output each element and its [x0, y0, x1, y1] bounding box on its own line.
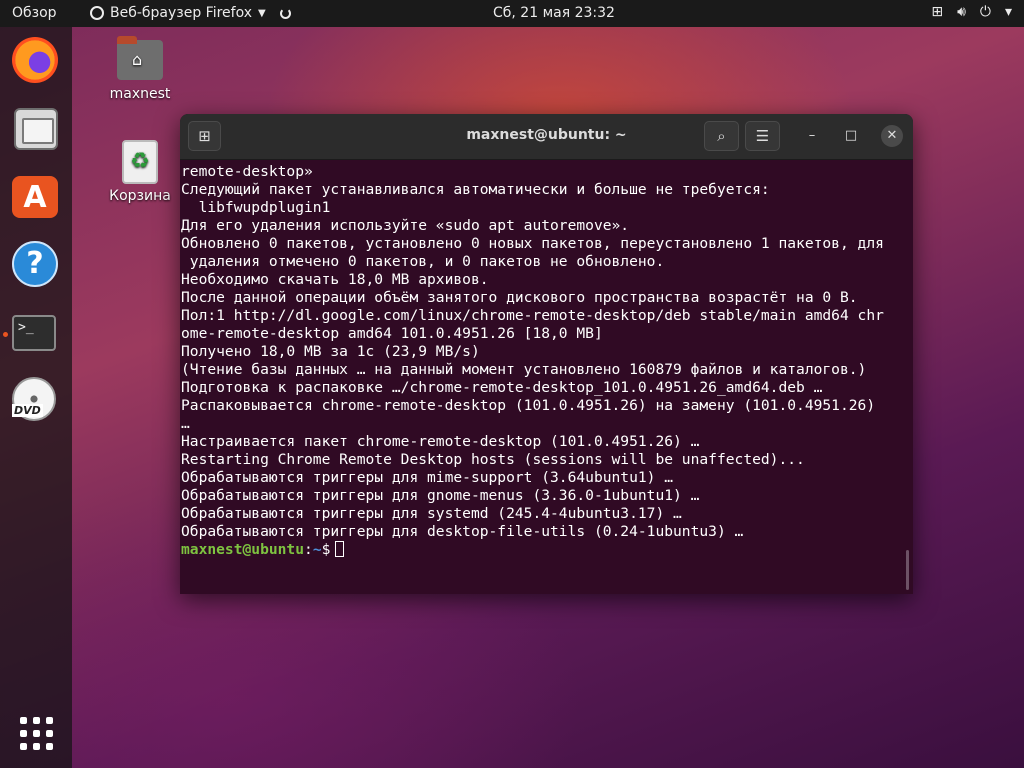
terminal-line: Распаковывается chrome-remote-desktop (1…	[181, 397, 876, 414]
home-folder-icon: ⌂	[117, 36, 163, 80]
terminal-line: remote-desktop»	[181, 163, 313, 180]
terminal-line: libfwupdplugin1	[181, 199, 331, 216]
firefox-icon	[12, 37, 58, 83]
activities-button[interactable]: Обзор	[12, 5, 57, 21]
dock-dvd[interactable]: DVD	[12, 377, 60, 425]
terminal-line: Получено 18,0 MB за 1с (23,9 MB/s)	[181, 343, 480, 360]
terminal-icon: >_	[12, 315, 56, 351]
terminal-line: удаления отмечено 0 пакетов, и 0 пакетов…	[181, 253, 665, 270]
help-icon: ?	[12, 241, 58, 287]
desktop-trash[interactable]: ♻ Корзина	[105, 140, 175, 204]
trash-label: Корзина	[109, 188, 171, 204]
terminal-line: Настраивается пакет chrome-remote-deskto…	[181, 433, 700, 450]
terminal-line: Обрабатываются триггеры для gnome-menus …	[181, 487, 700, 504]
search-button[interactable]: ⌕	[704, 121, 739, 151]
software-icon: A	[12, 176, 58, 218]
system-tray[interactable]: ⊞ 🔊︎ ⏻ ▾	[931, 4, 1012, 20]
terminal-line: Обрабатываются триггеры для systemd (245…	[181, 505, 682, 522]
dvd-label: DVD	[12, 404, 43, 417]
dock-software[interactable]: A	[12, 173, 60, 221]
trash-icon: ♻	[122, 140, 158, 184]
terminal-line: Обновлено 0 пакетов, установлено 0 новых…	[181, 235, 884, 252]
close-button[interactable]: ✕	[881, 125, 903, 147]
terminal-line: (Чтение базы данных … на данный момент у…	[181, 361, 867, 378]
terminal-line: ome-remote-desktop amd64 101.0.4951.26 […	[181, 325, 603, 342]
terminal-output[interactable]: remote-desktop» Следующий пакет устанавли…	[180, 160, 913, 559]
terminal-titlebar[interactable]: ⊞ maxnest@ubuntu: ~ ⌕ ☰ – □ ✕	[180, 114, 913, 160]
menu-button[interactable]: ☰	[745, 121, 780, 151]
clock[interactable]: Сб, 21 мая 23:32	[493, 5, 615, 21]
running-indicator	[3, 332, 8, 337]
dock-terminal[interactable]: >_	[12, 309, 60, 357]
prompt-line[interactable]: maxnest@ubuntu:~$	[181, 541, 913, 559]
dock: A ? >_ DVD	[0, 27, 72, 768]
terminal-line: После данной операции объём занятого дис…	[181, 289, 858, 306]
files-icon	[14, 108, 58, 150]
app-menu-label: Веб-браузер Firefox	[110, 5, 253, 21]
terminal-line: Подготовка к распаковке …/chrome-remote-…	[181, 379, 823, 396]
new-tab-button[interactable]: ⊞	[188, 121, 221, 151]
dock-help[interactable]: ?	[12, 241, 60, 289]
show-applications-icon[interactable]	[20, 717, 53, 750]
terminal-line: Следующий пакет устанавливался автоматич…	[181, 181, 770, 198]
power-icon[interactable]: ⏻	[980, 4, 991, 20]
desktop-home-folder[interactable]: ⌂ maxnest	[105, 36, 175, 102]
minimize-button[interactable]: –	[801, 125, 823, 147]
app-menu[interactable]: Веб-браузер Firefox ▼	[90, 5, 291, 21]
network-icon[interactable]: ⊞	[931, 4, 943, 20]
prompt-user: maxnest@ubuntu	[181, 541, 305, 558]
text-cursor	[335, 541, 345, 557]
terminal-line: Обрабатываются триггеры для mime-support…	[181, 469, 674, 486]
terminal-line: …	[181, 415, 190, 432]
terminal-line: Обрабатываются триггеры для desktop-file…	[181, 523, 744, 540]
firefox-icon	[90, 6, 104, 20]
prompt-path: ~	[312, 541, 322, 558]
chevron-down-icon[interactable]: ▾	[1005, 4, 1012, 20]
dock-firefox[interactable]	[12, 37, 60, 85]
loading-spinner-icon	[279, 7, 291, 19]
terminal-line: Пол:1 http://dl.google.com/linux/chrome-…	[181, 307, 884, 324]
dvd-icon: DVD	[12, 377, 56, 421]
scrollbar[interactable]	[906, 550, 909, 590]
maximize-button[interactable]: □	[840, 125, 862, 147]
caret-down-icon: ▼	[258, 7, 266, 19]
terminal-line: Необходимо скачать 18,0 MB архивов.	[181, 271, 489, 288]
dock-files[interactable]	[12, 105, 60, 153]
terminal-line: Restarting Chrome Remote Desktop hosts (…	[181, 451, 805, 468]
volume-icon[interactable]: 🔊︎	[957, 4, 966, 20]
terminal-window[interactable]: ⊞ maxnest@ubuntu: ~ ⌕ ☰ – □ ✕ remote-des…	[180, 114, 913, 594]
prompt-symbol: $	[321, 541, 331, 558]
prompt-separator: :	[304, 541, 313, 558]
terminal-line: Для его удаления используйте «sudo apt a…	[181, 217, 630, 234]
top-bar: Обзор Веб-браузер Firefox ▼ Сб, 21 мая 2…	[0, 0, 1024, 27]
home-folder-label: maxnest	[109, 86, 171, 102]
